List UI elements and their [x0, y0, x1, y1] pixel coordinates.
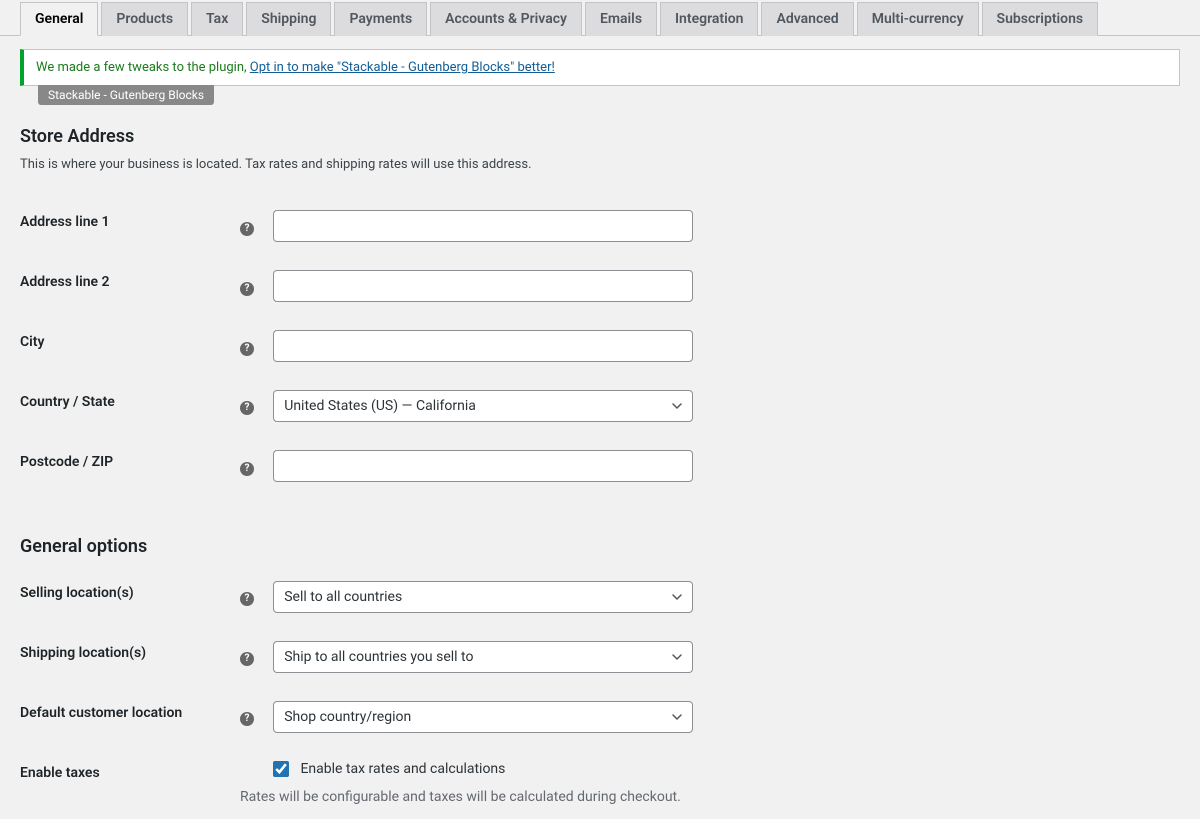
selling-locations-value: Sell to all countries — [273, 581, 693, 613]
notice-text: We made a few tweaks to the plugin, — [36, 60, 250, 75]
enable-taxes-description: Rates will be configurable and taxes wil… — [240, 789, 1180, 805]
default-customer-location-label: Default customer location — [20, 687, 240, 747]
address2-input[interactable] — [273, 270, 693, 302]
country-label: Country / State — [20, 376, 240, 436]
notice-optin-link[interactable]: Opt in to make "Stackable - Gutenberg Bl… — [250, 60, 555, 75]
address2-label: Address line 2 — [20, 256, 240, 316]
general-options-heading: General options — [20, 536, 1180, 557]
settings-tab-bar: General Products Tax Shipping Payments A… — [0, 0, 1200, 36]
city-input[interactable] — [273, 330, 693, 362]
store-address-heading: Store Address — [20, 126, 1180, 147]
tab-accounts[interactable]: Accounts & Privacy — [430, 2, 582, 36]
store-address-section: Store Address This is where your busines… — [0, 126, 1200, 496]
store-address-description: This is where your business is located. … — [20, 157, 1180, 172]
tab-integration[interactable]: Integration — [660, 2, 758, 36]
tab-general[interactable]: General — [20, 2, 98, 36]
notice-badge: Stackable - Gutenberg Blocks — [38, 85, 214, 105]
postcode-label: Postcode / ZIP — [20, 436, 240, 496]
tab-products[interactable]: Products — [101, 2, 188, 36]
shipping-locations-value: Ship to all countries you sell to — [273, 641, 693, 673]
address1-input[interactable] — [273, 210, 693, 242]
tab-emails[interactable]: Emails — [585, 2, 657, 36]
tab-advanced[interactable]: Advanced — [761, 2, 853, 36]
tab-payments[interactable]: Payments — [334, 2, 427, 36]
country-select-value: United States (US) — California — [273, 390, 693, 422]
postcode-input[interactable] — [273, 450, 693, 482]
address1-label: Address line 1 — [20, 196, 240, 256]
tab-subscriptions[interactable]: Subscriptions — [982, 2, 1099, 36]
tab-tax[interactable]: Tax — [191, 2, 243, 36]
default-customer-location-select[interactable]: Shop country/region — [273, 701, 693, 733]
selling-locations-select[interactable]: Sell to all countries — [273, 581, 693, 613]
tab-shipping[interactable]: Shipping — [246, 2, 331, 36]
help-icon[interactable]: ? — [240, 712, 254, 726]
help-icon[interactable]: ? — [240, 592, 254, 606]
plugin-notice: We made a few tweaks to the plugin, Opt … — [20, 49, 1180, 86]
help-icon[interactable]: ? — [240, 222, 254, 236]
help-icon[interactable]: ? — [240, 652, 254, 666]
city-label: City — [20, 316, 240, 376]
shipping-locations-label: Shipping location(s) — [20, 627, 240, 687]
enable-taxes-label: Enable taxes — [20, 747, 240, 819]
shipping-locations-select[interactable]: Ship to all countries you sell to — [273, 641, 693, 673]
selling-locations-label: Selling location(s) — [20, 567, 240, 627]
tab-multi-currency[interactable]: Multi-currency — [857, 2, 979, 36]
help-icon[interactable]: ? — [240, 401, 254, 415]
country-select[interactable]: United States (US) — California — [273, 390, 693, 422]
help-icon[interactable]: ? — [240, 342, 254, 356]
general-options-section: General options Selling location(s) ? Se… — [0, 536, 1200, 819]
enable-taxes-checkbox[interactable] — [273, 761, 289, 777]
enable-taxes-checkbox-label: Enable tax rates and calculations — [300, 761, 505, 777]
help-icon[interactable]: ? — [240, 282, 254, 296]
help-icon[interactable]: ? — [240, 462, 254, 476]
default-customer-location-value: Shop country/region — [273, 701, 693, 733]
